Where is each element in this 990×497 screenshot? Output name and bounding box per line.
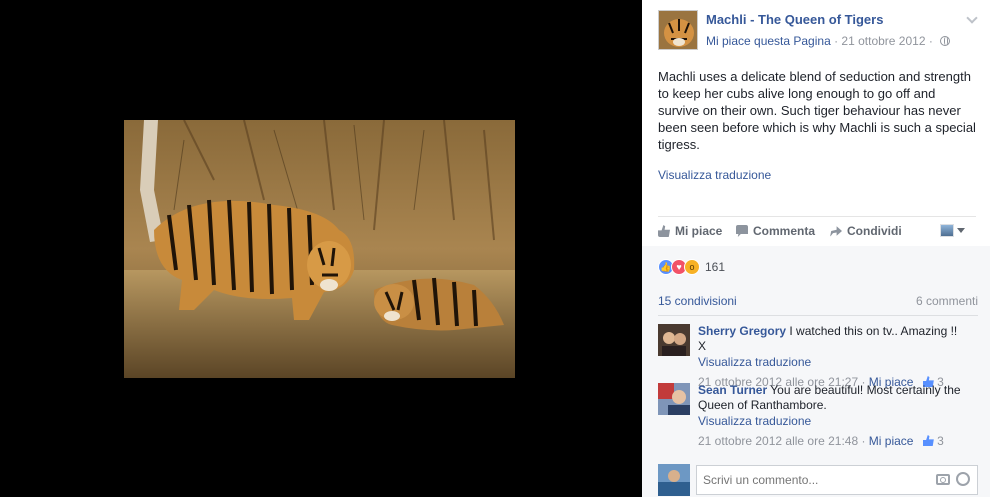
- like-icon: [658, 225, 670, 237]
- commenter-avatar[interactable]: [658, 324, 690, 356]
- liked-page-link[interactable]: Mi piace questa Pagina: [706, 34, 831, 48]
- meta-separator: ·: [830, 34, 842, 48]
- comment-composer: [658, 464, 978, 496]
- engagement-counts: 15 condivisioni 6 commenti: [658, 286, 978, 316]
- share-button-label: Condividi: [847, 224, 902, 238]
- shares-count-link[interactable]: 15 condivisioni: [658, 294, 737, 308]
- post-meta: Mi piace questa Pagina · 21 ottobre 2012…: [706, 34, 951, 48]
- comment-author-link[interactable]: Sean Turner: [698, 383, 767, 397]
- commenter-photo: [658, 383, 690, 415]
- comment-like-count: 3: [937, 434, 944, 448]
- profile-thumbnail: [940, 223, 954, 237]
- audience-selector[interactable]: [940, 223, 966, 237]
- comment-translate-link[interactable]: Visualizza traduzione: [698, 414, 968, 429]
- current-user-photo: [658, 464, 690, 496]
- comment-meta: 21 ottobre 2012 alle ore 21:48 · Mi piac…: [698, 434, 944, 448]
- emoji-icon[interactable]: [956, 472, 970, 486]
- page-avatar[interactable]: [658, 10, 698, 50]
- post-actions-bar: Mi piace Commenta Condividi: [658, 216, 976, 246]
- globe-icon: [940, 36, 951, 46]
- share-icon: [830, 226, 842, 237]
- comment-button[interactable]: Commenta: [736, 224, 815, 238]
- post-header: Machli - The Queen of Tigers Mi piace qu…: [658, 10, 978, 52]
- tiger-avatar-icon: [659, 11, 697, 49]
- post-photo[interactable]: [124, 120, 515, 378]
- comment-timestamp[interactable]: 21 ottobre 2012 alle ore 21:48: [698, 434, 858, 448]
- comment-icon: [736, 225, 748, 237]
- post-side-panel: Machli - The Queen of Tigers Mi piace qu…: [642, 0, 990, 497]
- thumbs-up-icon: [922, 435, 934, 446]
- camera-icon[interactable]: [936, 474, 950, 485]
- see-translation-link[interactable]: Visualizza traduzione: [658, 168, 771, 182]
- page-name-link[interactable]: Machli - The Queen of Tigers: [706, 12, 883, 27]
- comment-translate-link[interactable]: Visualizza traduzione: [698, 355, 968, 370]
- comment-button-label: Commenta: [753, 224, 816, 238]
- comment-body: Sherry Gregory I watched this on tv.. Am…: [698, 324, 968, 390]
- reactions-summary[interactable]: 👍 ♥ o 161: [658, 258, 725, 276]
- commenter-avatar[interactable]: [658, 383, 690, 415]
- comments-count-link[interactable]: 6 commenti: [916, 294, 978, 308]
- tiger-photo-image: [124, 120, 515, 378]
- like-button-label: Mi piace: [675, 224, 723, 238]
- like-button[interactable]: Mi piace: [658, 224, 722, 238]
- comment-author-link[interactable]: Sherry Gregory: [698, 324, 786, 338]
- meta-separator: ·: [925, 34, 937, 48]
- caret-down-icon: [957, 227, 965, 233]
- post-text: Machli uses a delicate blend of seductio…: [658, 69, 976, 152]
- reactions-count: 161: [705, 260, 726, 274]
- commenter-photo: [658, 324, 690, 356]
- photo-viewer-stage: [0, 0, 642, 497]
- current-user-avatar: [658, 464, 690, 496]
- comment-body: Sean Turner You are beautiful! Most cert…: [698, 383, 968, 449]
- wow-reaction-icon: o: [684, 259, 700, 275]
- post-date-link[interactable]: 21 ottobre 2012: [841, 34, 925, 48]
- comment-like-link[interactable]: Mi piace: [869, 434, 914, 448]
- share-button[interactable]: Condividi: [830, 224, 902, 238]
